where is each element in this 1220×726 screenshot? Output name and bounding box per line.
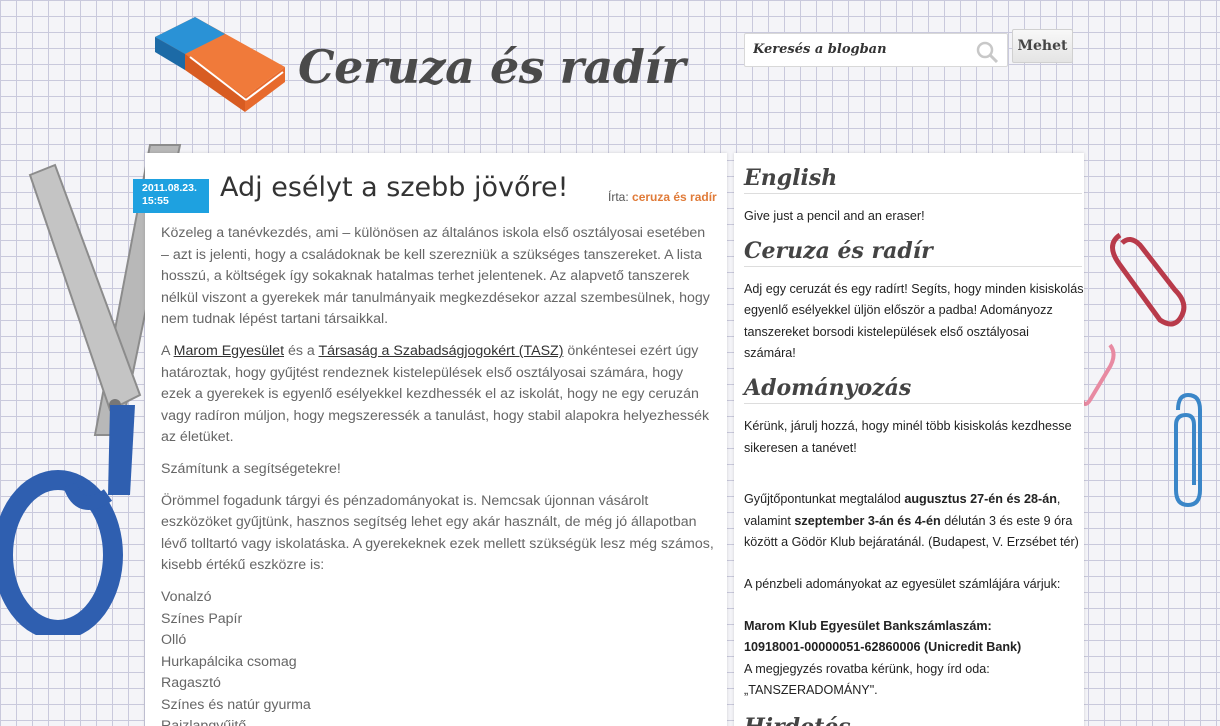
tasz-link[interactable]: Társaság a Szabadságjogokért (TASZ) [318,343,563,359]
note-line: A megjegyzés rovatba kérünk, hogy írd od… [744,661,990,676]
bank-number: 10918001-00000051-62860006 (Unicredit Ba… [744,640,1022,655]
marom-link[interactable]: Marom Egyesület [174,343,284,359]
p2-text-b: és a [284,342,319,359]
list-item: Ragasztó [161,675,221,692]
supplies-list: Vonalzó Színes Papír Olló Hurkapálcika c… [161,587,716,726]
post-paragraph-4: Örömmel fogadunk tárgyi és pénzadományok… [161,492,714,574]
paperclip-pink-icon [1080,343,1116,406]
post-paragraph-2: A Marom Egyesület és a Társaság a Szabad… [161,341,716,449]
ceruza-text: Adj egy ceruzát és egy radírt! Segíts, h… [744,281,1084,361]
adomany-date-2: szeptember 3-án és 4-én [794,513,941,528]
adomany-paragraph-2: Gyűjtőpontunkat megtalálod augusztus 27-… [744,489,1084,554]
post-title[interactable]: Adj esélyt a szebb jövőre! [220,172,568,203]
site-title[interactable]: Ceruza és radír [298,40,686,94]
sidebar: English Give just a pencil and an eraser… [744,165,1084,726]
list-item: Vonalzó [161,588,212,605]
p2-text-a: A [161,342,174,359]
paperclip-blue-icon [1174,392,1202,508]
list-item: Olló [161,632,187,649]
eraser-icon [155,17,285,112]
adomany-paragraph-3: A pénzbeli adományokat az egyesület szám… [744,576,1061,591]
list-item: Színes Papír [161,610,243,627]
sidebar-heading-adomanyozas: Adományozás [744,375,1082,404]
paperclip-red-icon [1110,232,1187,327]
post-body: Közeleg a tanévkezdés, ami – különösen a… [161,223,716,726]
sidebar-heading-next: Hirdetés [744,714,1082,726]
note-value: „TANSZERADOMÁNY". [744,683,878,698]
search-submit-button[interactable]: Mehet [1012,29,1073,63]
search-icon[interactable] [975,40,999,64]
adomany-date-1: augusztus 27-én és 28-án [904,492,1057,507]
list-item: Színes és natúr gyurma [161,696,311,713]
site-logo[interactable] [150,12,290,117]
sidebar-heading-ceruza: Ceruza és radír [744,238,1082,267]
list-item: Rajzlapgyűjtő [161,716,716,726]
adomany-text-a: Gyűjtőpontunkat megtalálod [744,492,905,507]
search-box [744,33,1008,67]
author-link[interactable]: ceruza és radír [632,190,717,204]
post-date: 2011.08.23. [142,182,197,194]
bank-info: Marom Klub Egyesület Bankszámlaszám: 109… [744,616,1084,702]
list-item: Hurkapálcika csomag [161,653,297,670]
bank-label: Marom Klub Egyesület Bankszámlaszám: [744,618,992,633]
search-input[interactable] [753,38,968,60]
sidebar-heading-english: English [744,165,1082,194]
post-time: 15:55 [142,195,169,207]
english-text: Give just a pencil and an eraser! [744,209,925,223]
post-paragraph-3: Számítunk a segítségetekre! [161,460,341,477]
post-paragraph-1: Közeleg a tanévkezdés, ami – különösen a… [161,225,710,328]
post-author: Írta: ceruza és radír [608,190,717,204]
author-prefix: Írta: [608,190,629,204]
adomany-paragraph-1: Kérünk, járulj hozzá, hogy minél több ki… [744,418,1072,455]
post-date-badge: 2011.08.23. 15:55 [133,179,209,213]
